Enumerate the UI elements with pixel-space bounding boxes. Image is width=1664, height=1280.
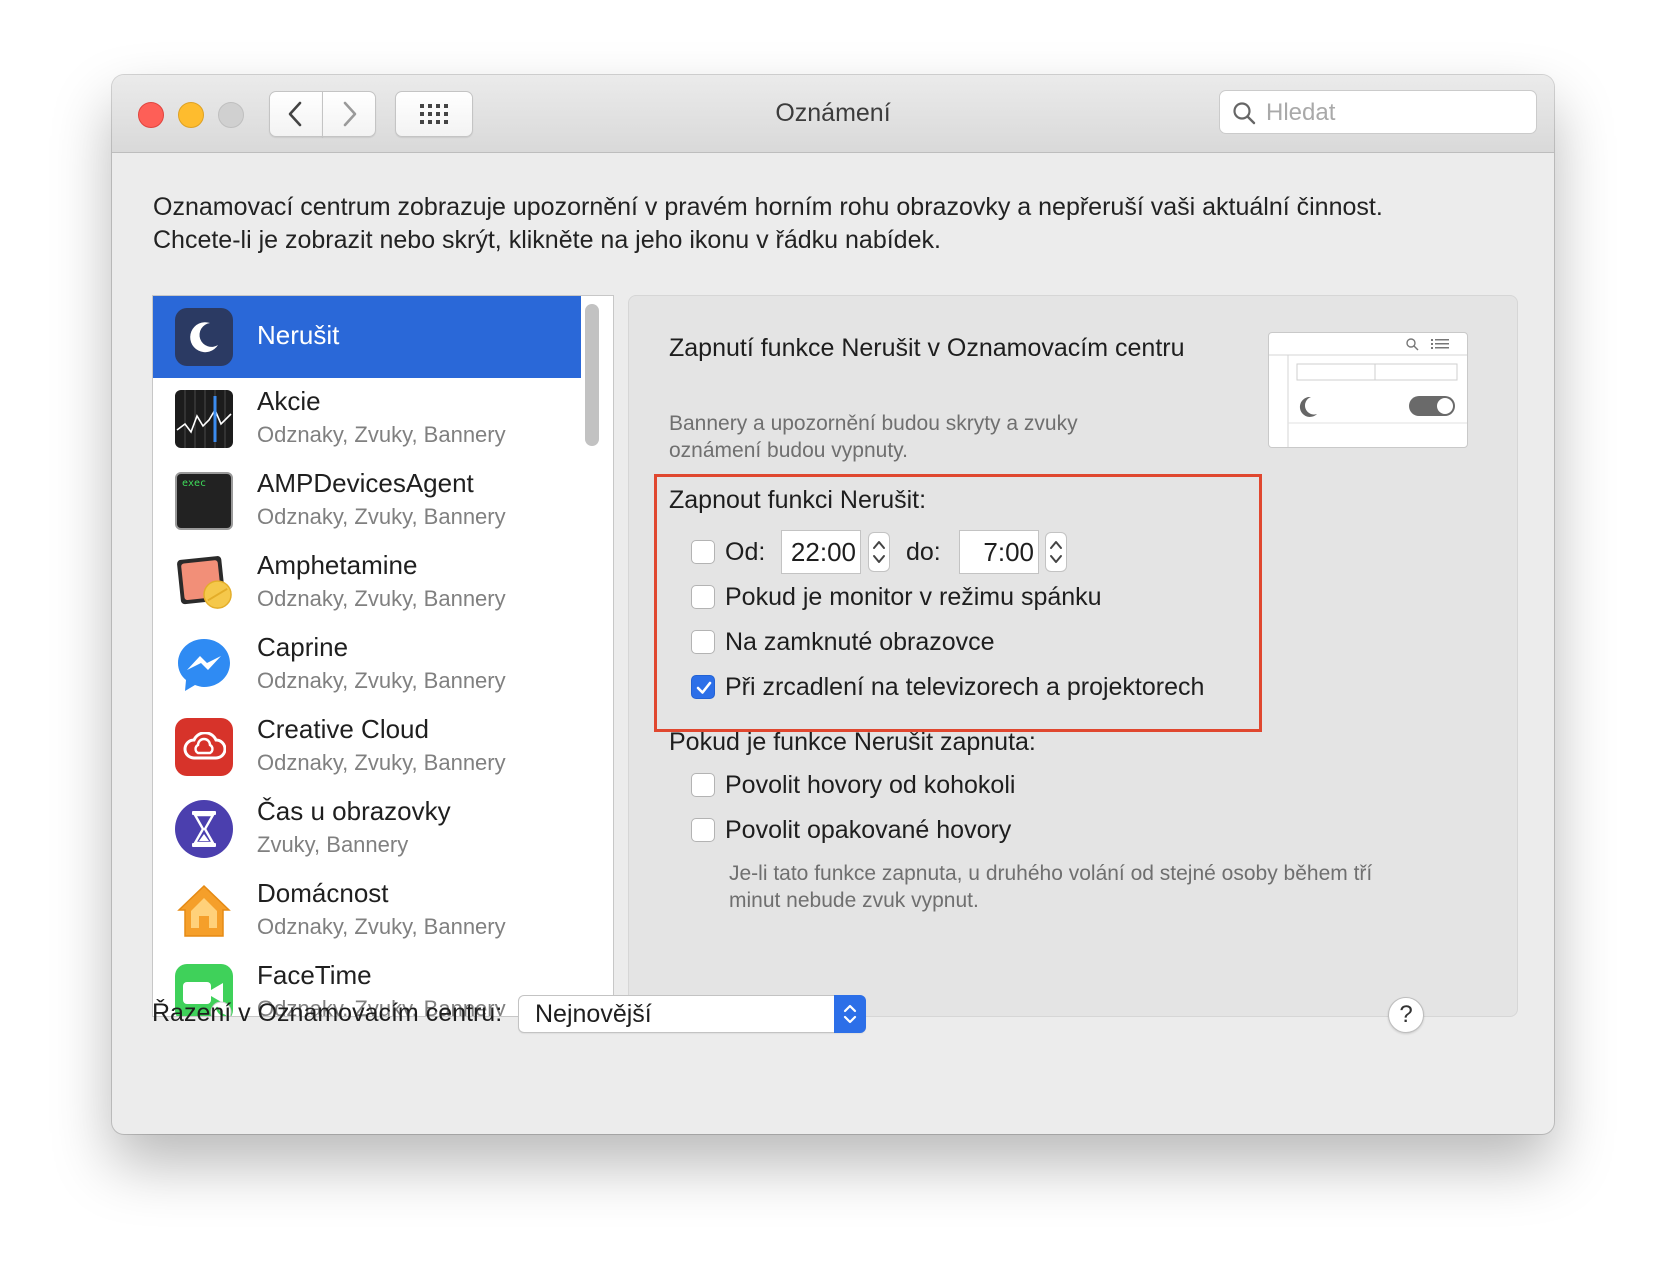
app-row-caprine[interactable]: Caprine Odznaky, Zvuky, Bannery xyxy=(153,624,581,706)
search-input[interactable] xyxy=(1264,91,1528,135)
search-icon xyxy=(1233,102,1256,125)
detail-panel: Zapnutí funkce Nerušit v Oznamovacím cen… xyxy=(628,295,1518,1017)
description-line-2: Chcete-li je zobrazit nebo skrýt, klikně… xyxy=(153,226,941,254)
app-name: AMPDevicesAgent xyxy=(257,468,474,498)
stocks-icon xyxy=(175,390,233,448)
amphetamine-pill-icon xyxy=(175,554,233,612)
stepper-arrows-icon xyxy=(1050,541,1062,563)
app-name: FaceTime xyxy=(257,960,372,990)
sort-select-arrows[interactable] xyxy=(834,995,866,1033)
app-name: Creative Cloud xyxy=(257,714,429,744)
app-name: Nerušit xyxy=(257,320,340,350)
to-label: do: xyxy=(906,538,941,566)
app-row-creative-cloud[interactable]: Creative Cloud Odznaky, Zvuky, Bannery xyxy=(153,706,581,788)
when-on-heading: Pokud je funkce Nerušit zapnuta: xyxy=(669,728,1036,756)
app-name: Akcie xyxy=(257,386,321,416)
mirroring-label: Při zrcadlení na televizorech a projekto… xyxy=(725,673,1205,701)
app-name: Amphetamine xyxy=(257,550,418,580)
mirroring-checkbox[interactable] xyxy=(691,675,715,699)
app-subtitle: Odznaky, Zvuky, Bannery xyxy=(257,750,506,775)
app-row-domacnost[interactable]: Domácnost Odznaky, Zvuky, Bannery xyxy=(153,870,581,952)
repeated-calls-checkbox[interactable] xyxy=(691,818,715,842)
moon-icon xyxy=(175,308,233,366)
help-button[interactable]: ? xyxy=(1388,997,1424,1033)
description-line-1: Oznamovací centrum zobrazuje upozornění … xyxy=(153,193,1383,221)
sort-label: Řazení v Oznamovacím centru: xyxy=(152,999,503,1027)
screen-locked-label: Na zamknuté obrazovce xyxy=(725,628,995,656)
repeated-calls-note-line-2: minut nebude zvuk vypnut. xyxy=(729,889,979,912)
messenger-icon xyxy=(175,636,233,694)
description-text: Oznamovací centrum zobrazuje upozornění … xyxy=(153,191,1533,257)
app-row-nerusit[interactable]: Nerušit xyxy=(153,296,581,378)
creative-cloud-icon xyxy=(175,718,233,776)
app-row-ampdevicesagent[interactable]: exec AMPDevicesAgent Odznaky, Zvuky, Ban… xyxy=(153,460,581,542)
updown-chevron-icon xyxy=(843,1004,857,1024)
repeated-calls-note-line-1: Je-li tato funkce zapnuta, u druhého vol… xyxy=(729,862,1373,885)
app-list[interactable]: Nerušit Akcie Odznaky, Zvuky, Bannery ex… xyxy=(152,295,614,1017)
app-row-amphetamine[interactable]: Amphetamine Odznaky, Zvuky, Bannery xyxy=(153,542,581,624)
display-sleep-label: Pokud je monitor v režimu spánku xyxy=(725,583,1102,611)
to-time-field[interactable]: 7:00 xyxy=(959,530,1039,574)
home-icon xyxy=(175,882,233,940)
app-name: Čas u obrazovky xyxy=(257,796,451,826)
to-time-stepper[interactable] xyxy=(1045,532,1067,572)
stepper-arrows-icon xyxy=(873,541,885,563)
panel-description: Bannery a upozornění budou skryty a zvuk… xyxy=(669,410,1149,464)
app-subtitle: Odznaky, Zvuky, Bannery xyxy=(257,668,506,693)
app-row-cas-u-obrazovky[interactable]: Čas u obrazovky Zvuky, Bannery xyxy=(153,788,581,870)
allow-calls-checkbox[interactable] xyxy=(691,773,715,797)
notification-center-preview xyxy=(1268,332,1468,448)
schedule-from-checkbox[interactable] xyxy=(691,540,715,564)
repeated-calls-label: Povolit opakované hovory xyxy=(725,816,1012,844)
screen-locked-checkbox[interactable] xyxy=(691,630,715,654)
app-row-akcie[interactable]: Akcie Odznaky, Zvuky, Bannery xyxy=(153,378,581,460)
app-name: Caprine xyxy=(257,632,349,662)
sort-select[interactable]: Nejnovější xyxy=(518,995,866,1033)
panel-title: Zapnutí funkce Nerušit v Oznamovacím cen… xyxy=(669,334,1185,362)
terminal-exec-icon: exec xyxy=(175,472,233,530)
panel-description-line-2: oznámení budou vypnuty. xyxy=(669,439,908,462)
app-subtitle: Odznaky, Zvuky, Bannery xyxy=(257,914,506,939)
app-subtitle: Odznaky, Zvuky, Bannery xyxy=(257,422,506,447)
schedule-heading: Zapnout funkci Nerušit: xyxy=(669,486,927,514)
allow-calls-label: Povolit hovory od kohokoli xyxy=(725,771,1016,799)
display-sleep-checkbox[interactable] xyxy=(691,585,715,609)
hourglass-icon xyxy=(175,800,233,858)
panel-description-line-1: Bannery a upozornění budou skryty a zvuk… xyxy=(669,412,1078,435)
repeated-calls-note: Je-li tato funkce zapnuta, u druhého vol… xyxy=(729,860,1489,914)
checkmark-icon xyxy=(696,681,712,694)
from-time-stepper[interactable] xyxy=(868,532,890,572)
app-subtitle: Odznaky, Zvuky, Bannery xyxy=(257,504,506,529)
app-list-scrollbar[interactable] xyxy=(585,304,599,446)
app-subtitle: Odznaky, Zvuky, Bannery xyxy=(257,586,506,611)
search-field[interactable] xyxy=(1219,90,1537,135)
app-subtitle: Zvuky, Bannery xyxy=(257,832,409,857)
sort-select-value: Nejnovější xyxy=(535,1000,652,1028)
title-bar: Oznámení xyxy=(112,75,1554,153)
from-label: Od: xyxy=(725,538,766,566)
from-time-field[interactable]: 22:00 xyxy=(781,530,861,574)
preferences-window: Oznámení Oznamovací centrum zobrazuje up… xyxy=(112,75,1554,1134)
exec-label: exec xyxy=(182,478,207,489)
app-name: Domácnost xyxy=(257,878,389,908)
